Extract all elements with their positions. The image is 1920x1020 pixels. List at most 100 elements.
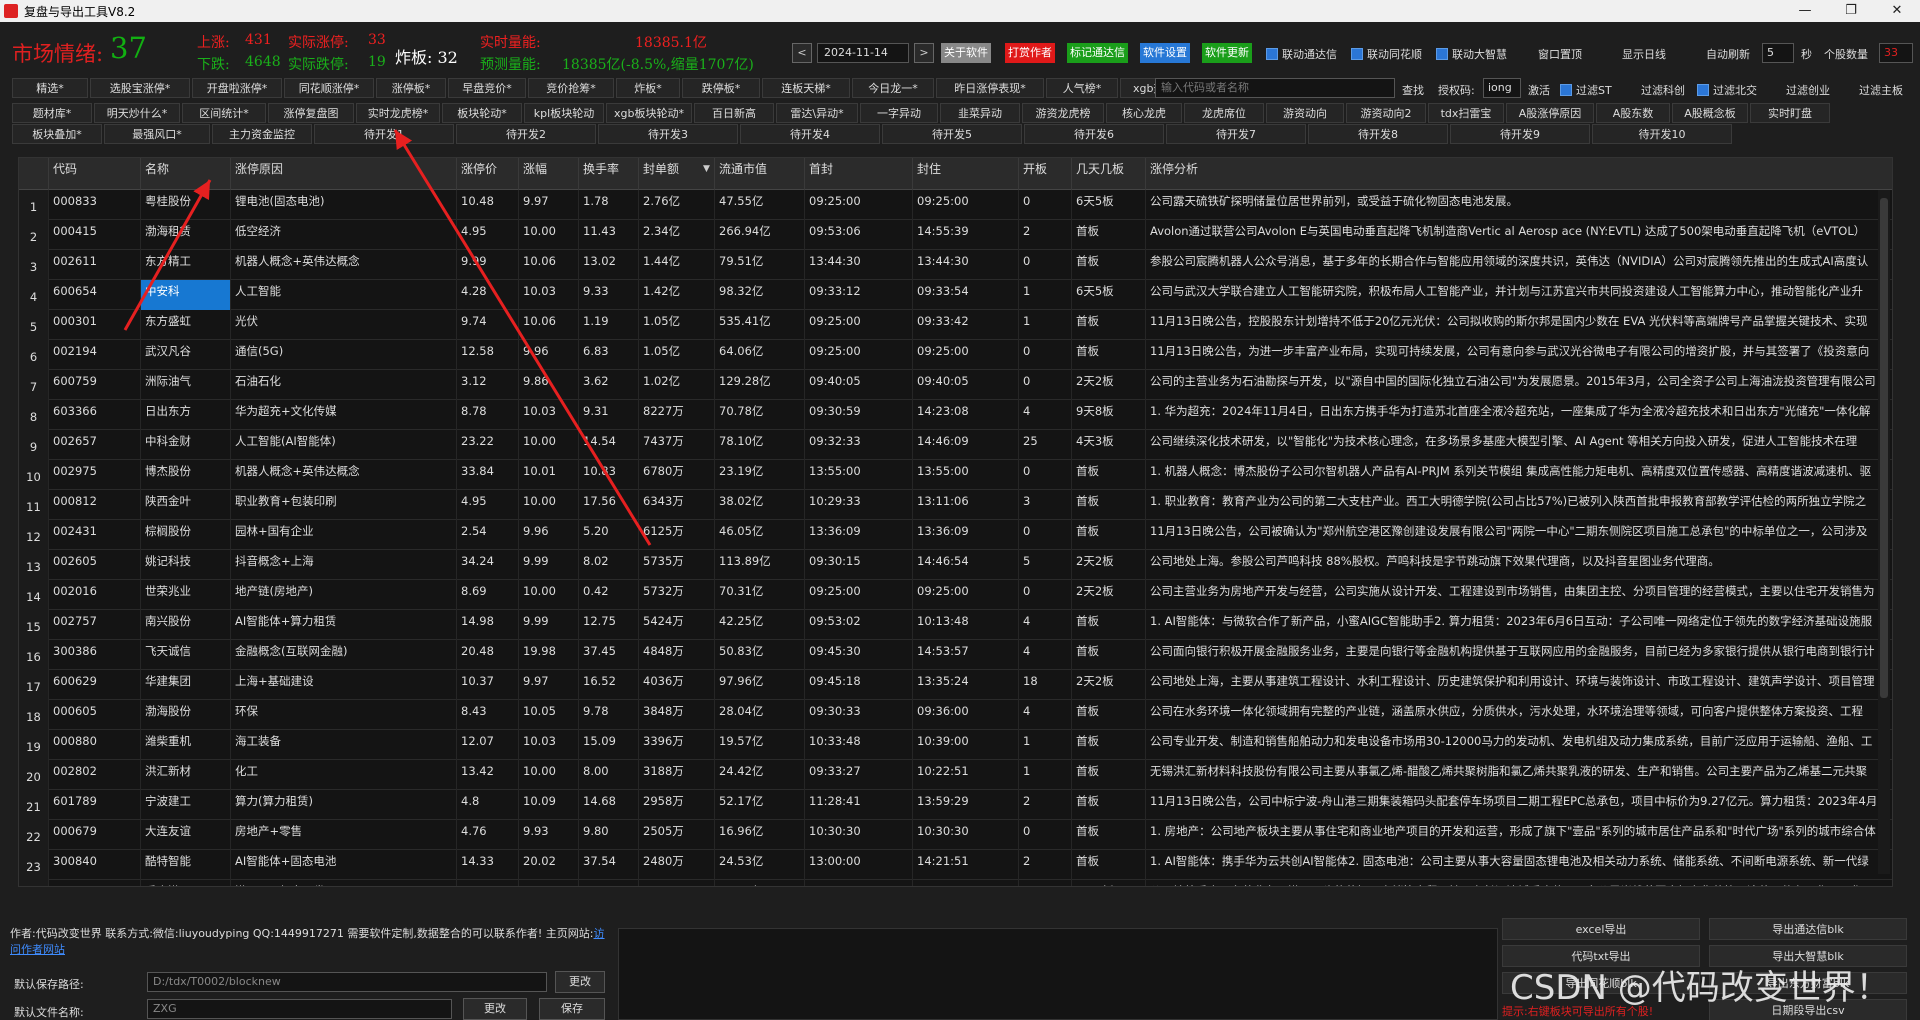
table-cell[interactable]: 12.75 bbox=[579, 610, 639, 640]
change-filename-button[interactable]: 更改 bbox=[463, 998, 527, 1020]
table-cell[interactable]: 4848万 bbox=[639, 640, 715, 670]
table-cell[interactable]: 34.24 bbox=[457, 550, 519, 580]
table-cell[interactable]: 9.80 bbox=[579, 820, 639, 850]
table-cell[interactable]: 10:30:30 bbox=[805, 820, 913, 850]
table-row[interactable]: 11 000812 陕西金叶 职业教育+包装印刷 4.95 10.00 17.56 6343万… bbox=[19, 490, 1892, 520]
table-cell[interactable]: 16.96亿 bbox=[715, 820, 805, 850]
table-cell[interactable]: 9.97 bbox=[519, 670, 579, 700]
table-cell[interactable]: 14.33 bbox=[457, 850, 519, 880]
table-row[interactable]: 20 002802 洪汇新材 化工 13.42 10.00 8.00 3188万 24.42亿 0… bbox=[19, 760, 1892, 790]
table-cell[interactable]: 5 bbox=[1019, 550, 1072, 580]
table-cell[interactable]: 9.99 bbox=[519, 610, 579, 640]
table-cell[interactable]: 09:25:00 bbox=[805, 580, 913, 610]
filter-btn-row1-2[interactable]: 开盘啦涨停* bbox=[192, 78, 282, 98]
table-cell[interactable]: 601789 bbox=[49, 790, 141, 820]
column-header-6[interactable]: 换手率 bbox=[579, 158, 639, 190]
table-cell[interactable]: 2958万 bbox=[639, 790, 715, 820]
table-cell[interactable]: 66.23亿 bbox=[715, 880, 805, 886]
table-cell[interactable]: 参股公司宸腾机器人公众号消息，基于多年的长期合作与智能应用领域的深度共识，英伟达… bbox=[1146, 250, 1892, 280]
table-cell[interactable]: 09:45:18 bbox=[805, 670, 913, 700]
table-cell[interactable]: 1. AI智能体：与微软合作了新产品，小蜜AIGC智能助手2. 算力租赁：202… bbox=[1146, 610, 1892, 640]
table-cell[interactable]: 1. 机器人概念：博杰股份子公司尔智机器人产品有AI-PRJM 系列关节模组 集… bbox=[1146, 460, 1892, 490]
table-cell[interactable]: 公司露天硫铁矿探明储量位居世界前列，或受益于硫化物固态电池发展。 bbox=[1146, 190, 1892, 220]
table-cell[interactable]: 9.97 bbox=[519, 190, 579, 220]
table-cell[interactable]: 3396万 bbox=[639, 730, 715, 760]
table-cell[interactable]: 2天2板 bbox=[1072, 370, 1146, 400]
filter-btn-row1-12[interactable]: 人气榜* bbox=[1046, 78, 1118, 98]
table-cell[interactable]: 中安科 bbox=[141, 280, 231, 310]
table-cell[interactable]: 97.96亿 bbox=[715, 670, 805, 700]
filter-bj-checkbox[interactable]: 过滤北交 bbox=[1697, 82, 1757, 98]
table-cell[interactable]: 首板 bbox=[1072, 310, 1146, 340]
table-cell[interactable]: 2.76亿 bbox=[639, 190, 715, 220]
table-cell[interactable]: 1. AI智能体：携手华为云共创AI智能体2. 固态电池：公司主要从事大容量固态… bbox=[1146, 850, 1892, 880]
table-cell[interactable]: 宁波建工 bbox=[141, 790, 231, 820]
table-cell[interactable]: 600629 bbox=[49, 670, 141, 700]
table-cell[interactable]: 2305万 bbox=[639, 880, 715, 886]
table-cell[interactable]: 50.83亿 bbox=[715, 640, 805, 670]
table-cell[interactable]: 09:25:00 bbox=[913, 190, 1019, 220]
table-cell[interactable]: 环保 bbox=[231, 700, 457, 730]
table-cell[interactable]: 600279 bbox=[49, 880, 141, 886]
table-cell[interactable]: 09:30:59 bbox=[805, 400, 913, 430]
table-cell[interactable]: 首板 bbox=[1072, 700, 1146, 730]
date-picker[interactable]: 2024-11-14 bbox=[817, 43, 909, 63]
table-cell[interactable]: 10.48 bbox=[457, 190, 519, 220]
table-cell[interactable]: 2 bbox=[1019, 850, 1072, 880]
table-cell[interactable]: 3188万 bbox=[639, 760, 715, 790]
table-cell[interactable]: 129.28亿 bbox=[715, 370, 805, 400]
table-cell[interactable]: 11月13日晚公告，为进一步丰富产业布局，实现可持续发展，公司有意向参与武汉光谷… bbox=[1146, 340, 1892, 370]
table-cell[interactable]: 10:33:48 bbox=[805, 730, 913, 760]
table-cell[interactable]: 公司主营业务为房地产开发与经营，公司实施从设计开发、工程建设到市场销售，由集团主… bbox=[1146, 580, 1892, 610]
link-tdx-checkbox[interactable]: 联动通达信 bbox=[1266, 46, 1337, 62]
table-cell[interactable]: 10.03 bbox=[519, 280, 579, 310]
auto-refresh-toggle[interactable]: 自动刷新 bbox=[1706, 46, 1750, 62]
table-cell[interactable]: 3.62 bbox=[579, 370, 639, 400]
table-cell[interactable]: 10.03 bbox=[519, 400, 579, 430]
table-cell[interactable]: 10:13:48 bbox=[913, 610, 1019, 640]
table-cell[interactable]: 9.93 bbox=[519, 820, 579, 850]
table-cell[interactable]: 粤桂股份 bbox=[141, 190, 231, 220]
table-cell[interactable]: 4 bbox=[1019, 610, 1072, 640]
filter-btn-row1-1[interactable]: 选股宝涨停* bbox=[90, 78, 190, 98]
filter-btn-row2-9[interactable]: 雷达\异动* bbox=[776, 103, 858, 123]
minimize-button[interactable]: — bbox=[1782, 0, 1828, 22]
table-cell[interactable]: 0 bbox=[1019, 340, 1072, 370]
table-cell[interactable]: 10.00 bbox=[519, 430, 579, 460]
table-cell[interactable]: 14:55:39 bbox=[913, 220, 1019, 250]
table-cell[interactable]: 002757 bbox=[49, 610, 141, 640]
maximize-button[interactable]: ❐ bbox=[1828, 0, 1874, 22]
table-cell[interactable]: 首板 bbox=[1072, 850, 1146, 880]
table-cell[interactable]: 10:22:51 bbox=[913, 760, 1019, 790]
table-cell[interactable]: 南兴股份 bbox=[141, 610, 231, 640]
table-cell[interactable]: 机器人概念+英伟达概念 bbox=[231, 250, 457, 280]
table-row[interactable]: 5 000301 东方盛虹 光伏 9.74 10.06 1.19 1.05亿 535.41亿 09… bbox=[19, 310, 1892, 340]
filter-btn-row3-3[interactable]: 待开发1 bbox=[314, 124, 454, 144]
table-cell[interactable]: 0 bbox=[1019, 460, 1072, 490]
filter-btn-row3-12[interactable]: 待开发10 bbox=[1592, 124, 1732, 144]
filter-btn-row2-8[interactable]: 百日新高 bbox=[694, 103, 774, 123]
table-cell[interactable]: 14:46:54 bbox=[913, 550, 1019, 580]
table-row[interactable]: 17 600629 华建集团 上海+基础建设 10.37 9.97 16.52 4036万 97… bbox=[19, 670, 1892, 700]
table-cell[interactable]: 海工装备 bbox=[231, 730, 457, 760]
table-cell[interactable]: 9.96 bbox=[519, 340, 579, 370]
table-cell[interactable]: 12.07 bbox=[457, 730, 519, 760]
table-row[interactable]: 19 000880 潍柴重机 海工装备 12.07 10.03 15.09 3396万 19.5… bbox=[19, 730, 1892, 760]
link-dzh-checkbox[interactable]: 联动大智慧 bbox=[1436, 46, 1507, 62]
table-cell[interactable]: 锂电池(固态电池) bbox=[231, 190, 457, 220]
filter-btn-row2-17[interactable]: tdx扫雷宝 bbox=[1428, 103, 1504, 123]
table-cell[interactable]: 华为超充+文化传媒 bbox=[231, 400, 457, 430]
table-cell[interactable]: 大连友谊 bbox=[141, 820, 231, 850]
table-cell[interactable]: 中科金财 bbox=[141, 430, 231, 460]
column-header-11[interactable]: 开板 bbox=[1019, 158, 1072, 190]
filter-btn-row3-6[interactable]: 待开发4 bbox=[740, 124, 880, 144]
table-cell[interactable]: 13:14:11 bbox=[913, 880, 1019, 886]
table-cell[interactable]: 港口+西部大开发 bbox=[231, 880, 457, 886]
table-row[interactable]: 2 000415 渤海租赁 低空经济 4.95 10.00 11.43 2.34亿 266.94… bbox=[19, 220, 1892, 250]
table-cell[interactable]: 世荣兆业 bbox=[141, 580, 231, 610]
table-cell[interactable]: 公司地处上海，主要从事建筑工程设计、水利工程设计、历史建筑保护和利用设计、环境与… bbox=[1146, 670, 1892, 700]
table-cell[interactable]: 10.00 bbox=[519, 490, 579, 520]
filter-btn-row2-1[interactable]: 明天炒什么* bbox=[94, 103, 180, 123]
table-cell[interactable]: 38.02亿 bbox=[715, 490, 805, 520]
table-cell[interactable]: 华建集团 bbox=[141, 670, 231, 700]
